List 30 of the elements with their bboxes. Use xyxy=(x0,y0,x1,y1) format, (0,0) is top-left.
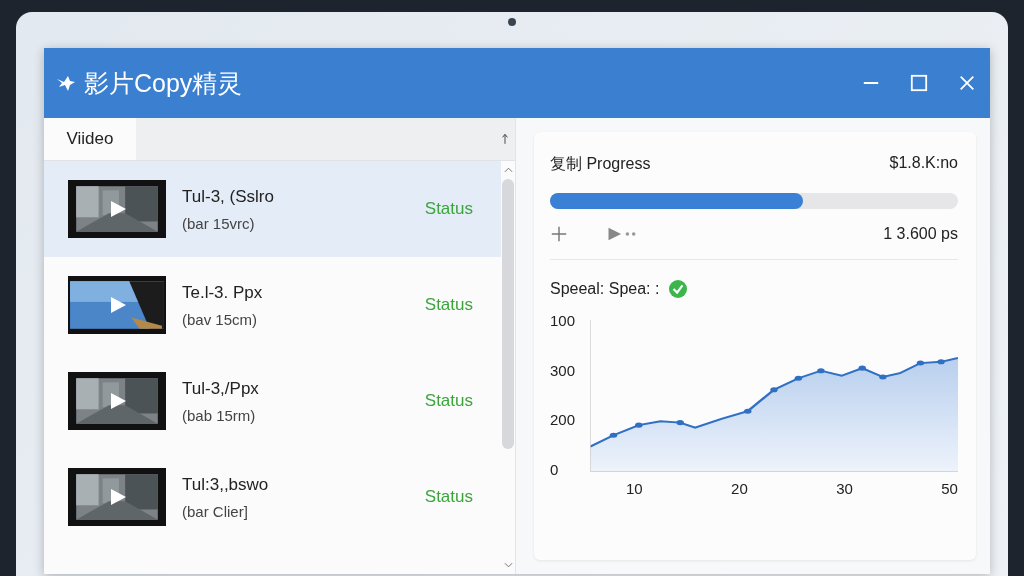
video-row[interactable]: Tul:3,,bswo (bar Clier] Status xyxy=(44,449,501,545)
progress-value: $1.8.K:no xyxy=(889,154,958,173)
axis-label: 10 xyxy=(626,480,643,497)
video-row[interactable]: Tul-3,/Ppx (bab 15rm) Status xyxy=(44,353,501,449)
video-subtitle: (bav 15cm) xyxy=(182,310,259,328)
video-subtitle: (bar 15vrc) xyxy=(182,214,256,232)
transfer-rate: 1 3.600 ps xyxy=(883,225,958,243)
window-title: 影片Copy精灵 xyxy=(84,67,243,99)
axis-label: 50 xyxy=(941,480,958,497)
video-title: Tul:3,,bswo xyxy=(182,474,269,495)
video-title: Tul-3, (Sslro xyxy=(182,186,274,207)
video-subtitle: (bar Clier] xyxy=(182,502,249,520)
status-label: Status xyxy=(424,487,473,507)
status-label: Status xyxy=(424,391,473,411)
tab[interactable]: Viideo xyxy=(44,118,136,160)
video-row[interactable]: Tul-3, (Sslro (bar 15vrc) Status xyxy=(44,161,501,257)
speed-title: Speeal: Spea: : xyxy=(550,280,660,298)
status-label: Status xyxy=(424,295,473,315)
video-subtitle: (bab 15rm) xyxy=(182,406,257,424)
axis-label: 100 xyxy=(550,312,577,329)
axis-label: 200 xyxy=(550,411,577,429)
progress-label: 复制 Progress xyxy=(550,154,651,174)
axis-label: 20 xyxy=(731,480,748,497)
video-title: Tul-3,/Ppx xyxy=(182,378,259,399)
axis-label: 300 xyxy=(550,361,577,379)
axis-label: 0 xyxy=(550,460,560,478)
video-row[interactable]: Te.l-3. Ppx (bav 15cm) Status xyxy=(44,257,501,353)
status-label: Status xyxy=(424,199,473,219)
video-title: Te.l-3. Ppx xyxy=(182,282,263,303)
axis-label: 30 xyxy=(836,480,853,497)
